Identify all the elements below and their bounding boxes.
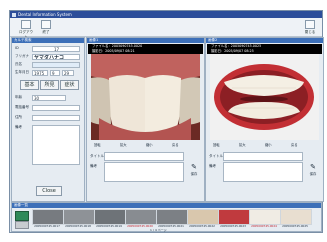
age-label: 年齢 [15,95,22,99]
left-save-label: 保存 [190,172,198,176]
thumbnail-label: 2005090745.0024 [251,224,277,228]
right-save-button[interactable]: ✎ 保存 [307,163,319,177]
viewer-right-date: 撮影日：2005/09/07 08:25 [211,48,254,53]
front-teeth-photo[interactable] [91,54,200,140]
close-button[interactable]: 閉じる [302,20,318,35]
right-zoom-in-button[interactable]: 拡大 [239,142,246,148]
thumbnail-4[interactable] [125,209,157,225]
kana-field[interactable]: ヤマダハナコ [32,54,80,60]
left-note-input[interactable] [104,162,184,182]
thumbnail-5[interactable] [156,209,188,225]
id-label: ID [15,46,19,50]
right-title-input[interactable] [223,152,303,161]
app-window: Dental Information System ログアウト 終了 閉じる カ… [9,10,324,233]
right-save-label: 保存 [309,172,317,176]
title-bar: Dental Information System [10,11,322,18]
left-back-button[interactable]: 戻る [172,142,179,148]
viewer-right-comment: タイトル 備考 ✎ 保存 [209,152,319,182]
toolbar: ログアウト 終了 閉じる [10,18,322,39]
image-viewer-left: 画像1 ファイル名：2005090745.0020 撮影日：2005/09/07… [86,37,205,202]
treatment-button[interactable]: 症状 [60,80,79,90]
viewer-left-header: 画像1 [87,38,204,43]
viewer-left-info: ファイル名：2005090745.0020 撮影日：2005/09/07 08:… [88,44,203,54]
right-title-label: タイトル [209,154,223,158]
patient-panel: カルテ検索 ID 17 フリガナ ヤマダハナコ 氏名 生年月日 1975 9 2… [11,37,85,202]
thumbnail-list: 2005090745.0017 2005090745.0018 2005090745… [32,209,312,229]
right-note-label: 備考 [209,164,216,168]
viewer-right-controls: 回転 拡大 縮小 戻る [209,142,320,148]
image-viewer-right: 画像2 ファイル名：2005090745.0025 撮影日：2005/09/07… [205,37,324,202]
patient-panel-header: カルテ検索 [12,38,84,43]
birth-day-field[interactable]: 29 [62,70,74,76]
left-note-label: 備考 [90,164,97,168]
birth-label: 生年月日 [15,70,29,74]
birth-year-field[interactable]: 1975 [32,70,48,76]
window-title: Dental Information System [18,12,72,17]
left-title-input[interactable] [104,152,184,161]
patient-close-button[interactable]: Close [36,186,62,196]
thumbnail-strip-header: 画像一覧 [12,203,321,208]
viewer-left-date: 撮影日：2005/09/07 08:21 [92,48,135,53]
exam-button[interactable]: 所見 [40,80,59,90]
basic-button[interactable]: 基本 [20,80,39,90]
phone-label: 電話番号 [15,105,29,109]
left-rotate-button[interactable]: 回転 [94,142,101,148]
logout-button[interactable]: ログアウト [18,20,34,39]
thumbnail-8[interactable] [249,209,281,225]
thumbnail-label: 2005090745.0018 [65,224,91,228]
name-label: 氏名 [15,62,22,66]
logout-icon [21,20,31,29]
name-field[interactable] [32,62,80,68]
exit-button[interactable]: 終了 [38,20,54,35]
thumbnail-label: 2005090745.0023 [220,224,246,228]
right-note-input[interactable] [223,162,303,182]
thumbnail-2[interactable] [63,209,95,225]
right-rotate-button[interactable]: 回転 [213,142,220,148]
left-zoom-in-button[interactable]: 拡大 [120,142,127,148]
left-save-button[interactable]: ✎ 保存 [188,163,200,177]
thumbnail-9[interactable] [280,209,312,225]
thumbnail-label: 2005090745.0025 [282,224,308,228]
birth-month-field[interactable]: 9 [50,70,60,76]
age-field[interactable]: 30 [32,95,66,101]
thumbnail-1[interactable] [32,209,64,225]
viewer-left-comment: タイトル 備考 ✎ 保存 [90,152,200,182]
trash-icon[interactable] [15,221,29,229]
kana-label: フリガナ [15,54,29,58]
thumbnail-label: 2005090745.0019 [96,224,122,228]
memo-label: 備考 [15,125,22,129]
thumbnail-3[interactable] [94,209,126,225]
exit-icon [41,20,51,29]
exit-label: 終了 [42,30,50,34]
phone-field[interactable] [32,105,80,111]
thumbnail-label: 2005090745.0017 [34,224,60,228]
left-zoom-out-button[interactable]: 縮小 [146,142,153,148]
address-label: 住所 [15,115,22,119]
viewer-left-controls: 回転 拡大 縮小 戻る [90,142,201,148]
close-icon [305,20,315,29]
right-zoom-out-button[interactable]: 縮小 [265,142,272,148]
left-title-label: タイトル [90,154,104,158]
close-label: 閉じる [304,30,316,34]
thumbnail-6[interactable] [187,209,219,225]
viewer-right-info: ファイル名：2005090745.0025 撮影日：2005/09/07 08:… [207,44,322,54]
save-icon: ✎ [191,163,197,171]
address-field[interactable] [32,115,80,121]
viewer-right-header: 画像2 [206,38,323,43]
open-mouth-image [210,54,319,140]
thumbnail-label: 2005090745.0022 [189,224,215,228]
right-back-button[interactable]: 戻る [291,142,298,148]
front-teeth-image [91,54,200,140]
app-icon [12,12,16,17]
thumbnail-strip: 画像一覧 2005090745.0017 2005090745.0018 20050… [11,202,322,232]
thumbnail-7[interactable] [218,209,250,225]
open-mouth-photo[interactable] [210,54,319,140]
save-icon: ✎ [310,163,316,171]
id-field[interactable]: 17 [32,46,80,52]
camera-icon[interactable] [15,211,29,221]
memo-field[interactable] [32,125,80,165]
page-indicator: 1 / 4 ページ [150,228,167,232]
